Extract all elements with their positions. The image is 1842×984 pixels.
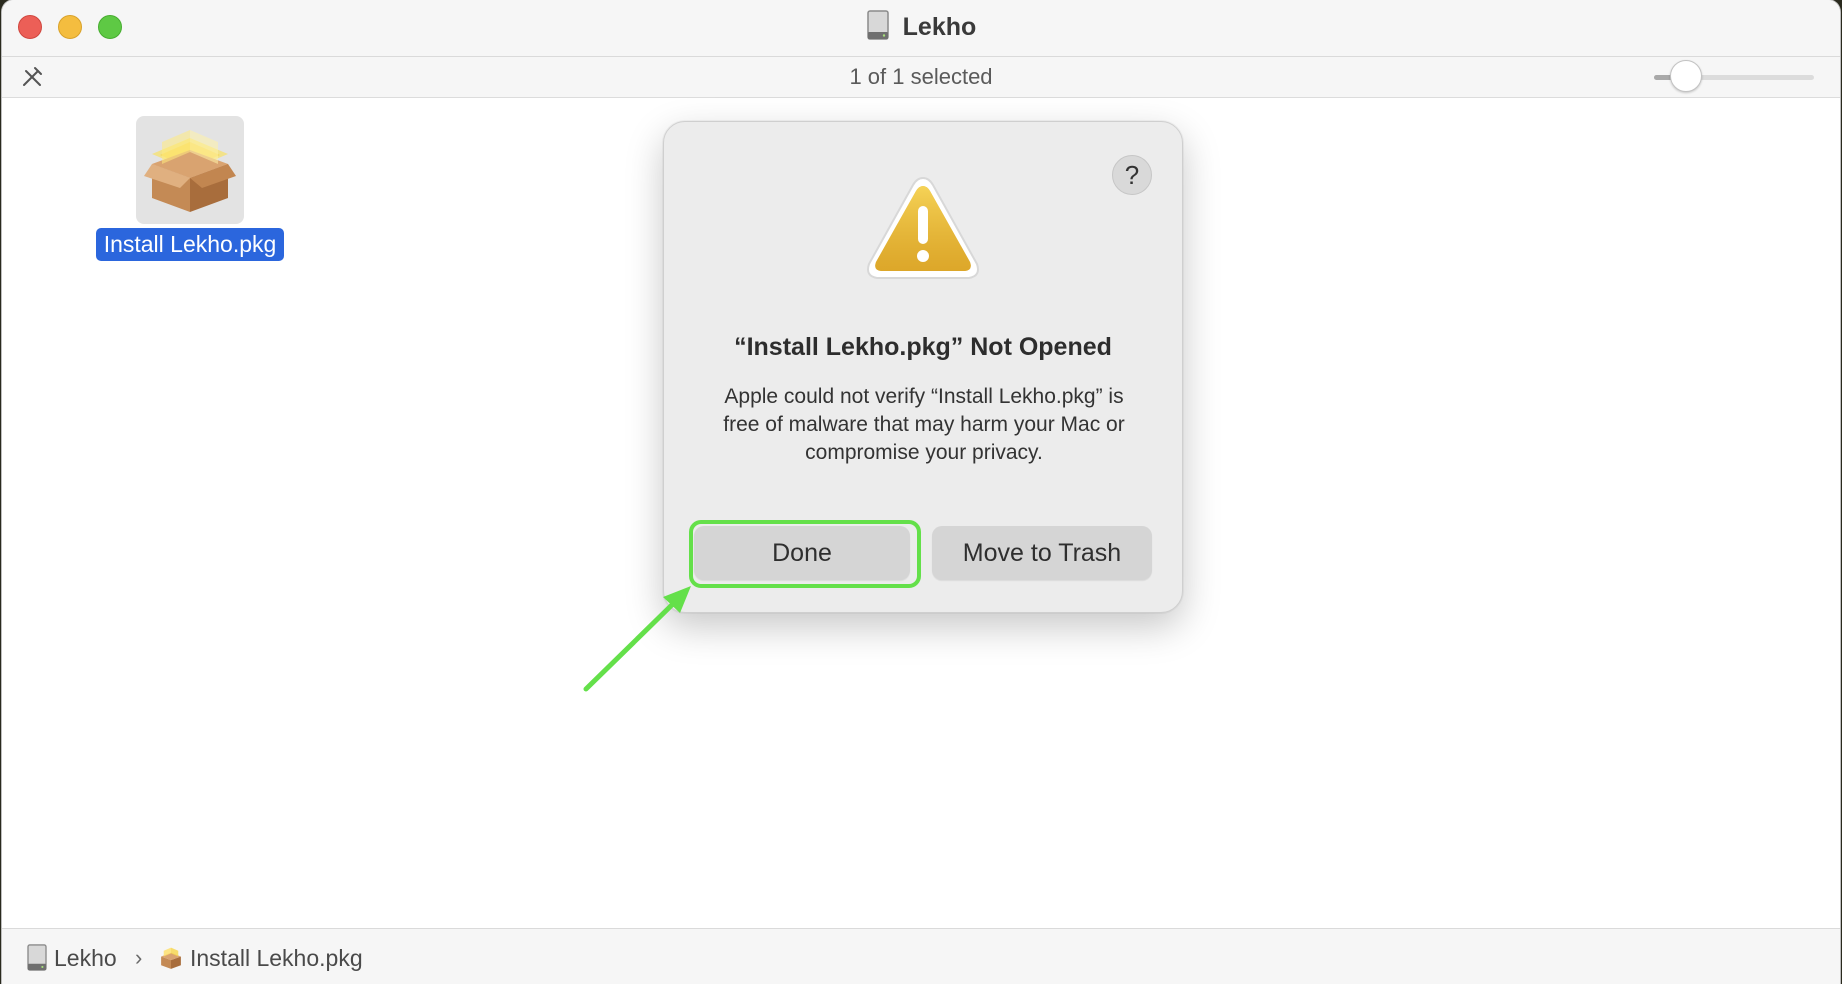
done-button[interactable]: Done xyxy=(694,526,910,580)
finder-window: Lekho 1 of 1 selected Install Lekho.pkg … xyxy=(2,0,1840,984)
path-separator: › xyxy=(135,945,143,970)
alert-title: “Install Lekho.pkg” Not Opened xyxy=(734,333,1112,361)
external-disk-icon xyxy=(27,944,47,971)
icon-size-slider-knob[interactable] xyxy=(1670,60,1702,92)
external-disk-icon xyxy=(866,10,889,40)
file-thumbnail[interactable] xyxy=(136,116,244,224)
window-title-text: Lekho xyxy=(902,13,977,41)
help-button[interactable]: ? xyxy=(1112,155,1152,195)
not-opened-alert: ? “Install Lekho.pkg” Not Opened Apple c… xyxy=(663,121,1183,613)
path-bar: Lekho › Install Lekho.pkg xyxy=(2,928,1840,984)
warning-icon xyxy=(867,176,979,279)
file-item[interactable]: Install Lekho.pkg xyxy=(86,116,294,261)
toolbar: 1 of 1 selected xyxy=(2,57,1840,98)
selection-status: 1 of 1 selected xyxy=(849,64,993,89)
window-title: Lekho xyxy=(2,10,1840,44)
title-bar[interactable]: Lekho xyxy=(2,0,1840,57)
file-name[interactable]: Install Lekho.pkg xyxy=(95,228,285,261)
path-item-file[interactable]: Install Lekho.pkg xyxy=(158,943,363,973)
package-icon xyxy=(144,130,236,212)
alert-message: Apple could not verify “Install Lekho.pk… xyxy=(723,385,1125,464)
package-icon xyxy=(161,947,181,969)
move-to-trash-button[interactable]: Move to Trash xyxy=(932,526,1152,580)
path-item-volume-label: Lekho xyxy=(54,945,117,971)
path-item-volume[interactable]: Lekho xyxy=(26,943,117,973)
path-item-file-label: Install Lekho.pkg xyxy=(190,945,363,971)
